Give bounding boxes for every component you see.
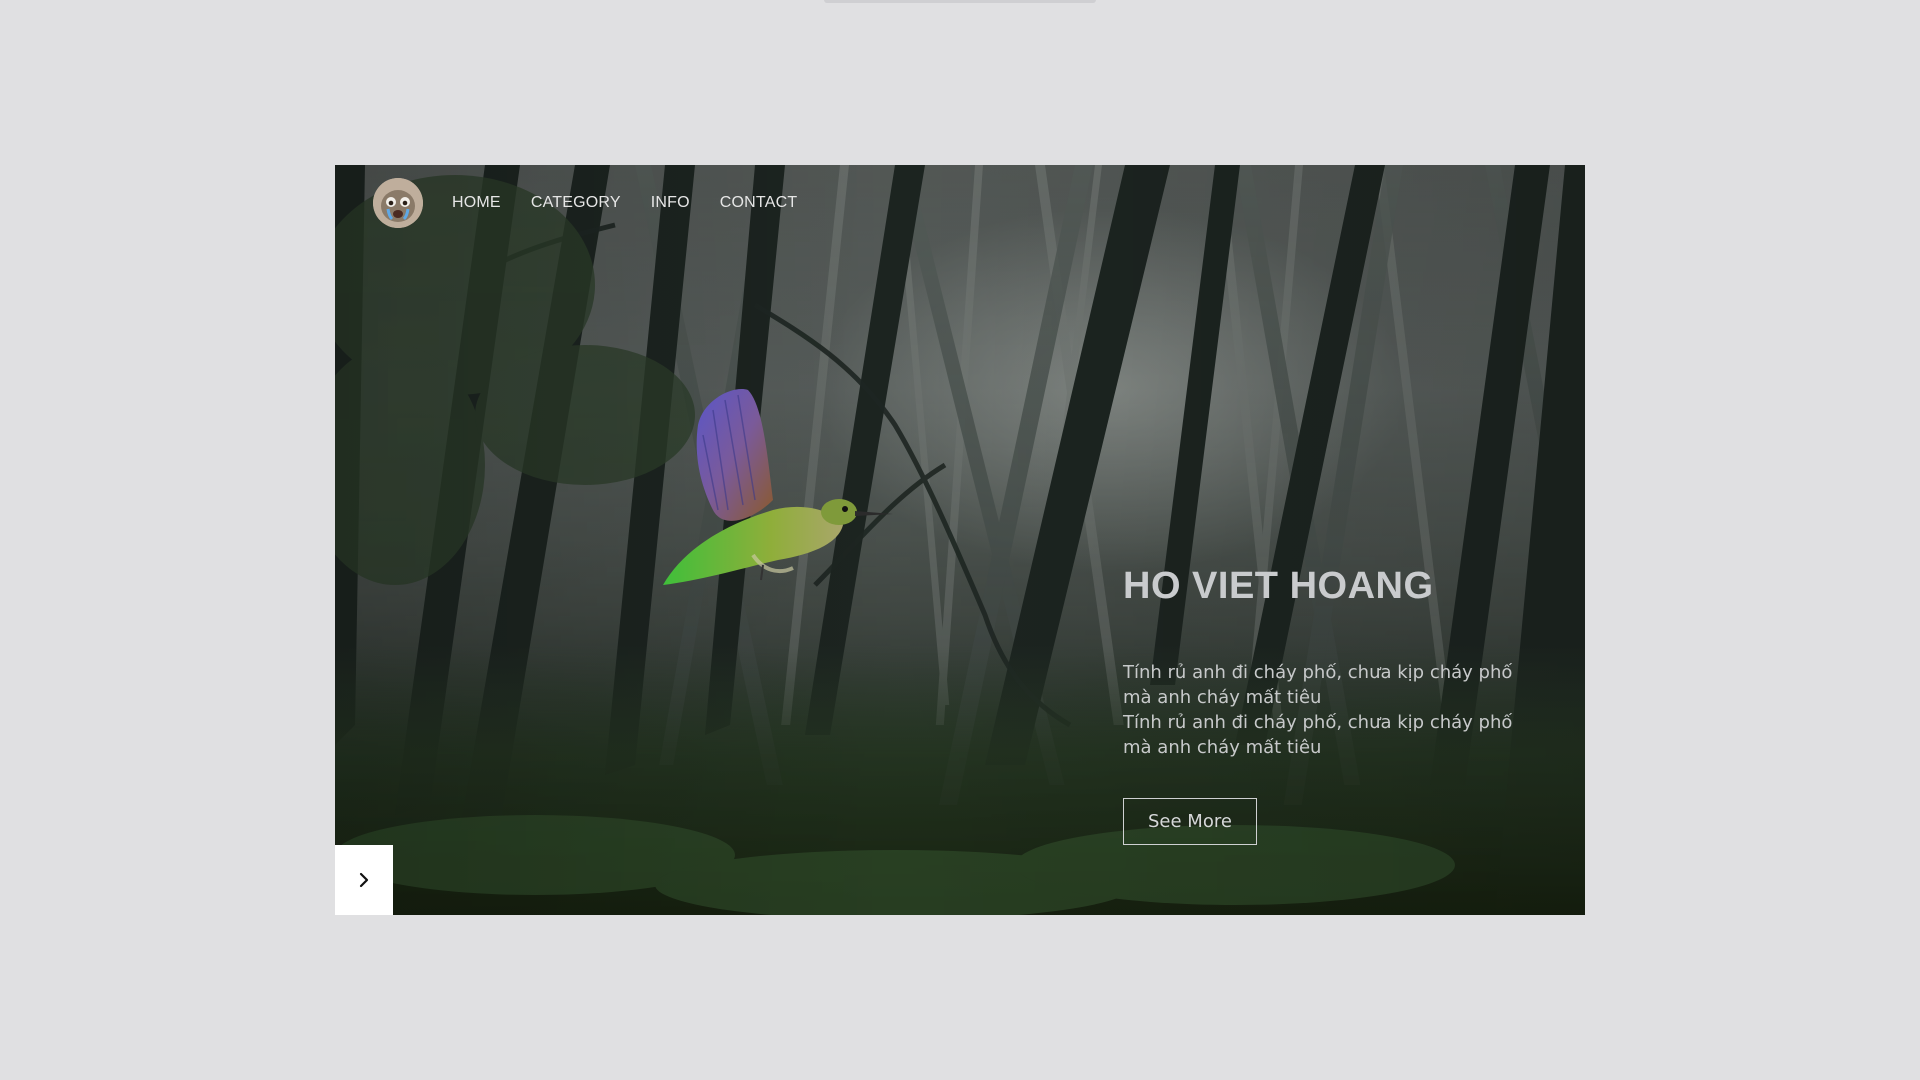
nav-link-contact[interactable]: CONTACT [720,194,798,212]
hero-slide: HOME CATEGORY INFO CONTACT HO VIET HOANG… [335,165,1585,915]
hero-description: Tính rủ anh đi cháy phố, chưa kịp cháy p… [1123,660,1543,760]
see-more-button[interactable]: See More [1123,798,1257,845]
nav-link-category[interactable]: CATEGORY [531,194,621,212]
avatar-face-icon[interactable] [373,178,423,228]
nav-link-info[interactable]: INFO [651,194,690,212]
description-line: mà anh cháy mất tiêu [1123,687,1322,708]
hero-content: HO VIET HOANG Tính rủ anh đi cháy phố, c… [1123,565,1543,845]
next-slide-button[interactable] [335,845,393,915]
nav-link-home[interactable]: HOME [452,194,501,212]
description-line: Tính rủ anh đi cháy phố, chưa kịp cháy p… [1123,662,1513,683]
top-tab-handle [824,0,1096,3]
hummingbird-image [663,389,893,585]
top-navigation: HOME CATEGORY INFO CONTACT [373,177,827,229]
hero-title: HO VIET HOANG [1123,565,1434,607]
description-line: Tính rủ anh đi cháy phố, chưa kịp cháy p… [1123,712,1513,733]
chevron-right-icon [359,872,369,888]
description-line: mà anh cháy mất tiêu [1123,737,1322,758]
